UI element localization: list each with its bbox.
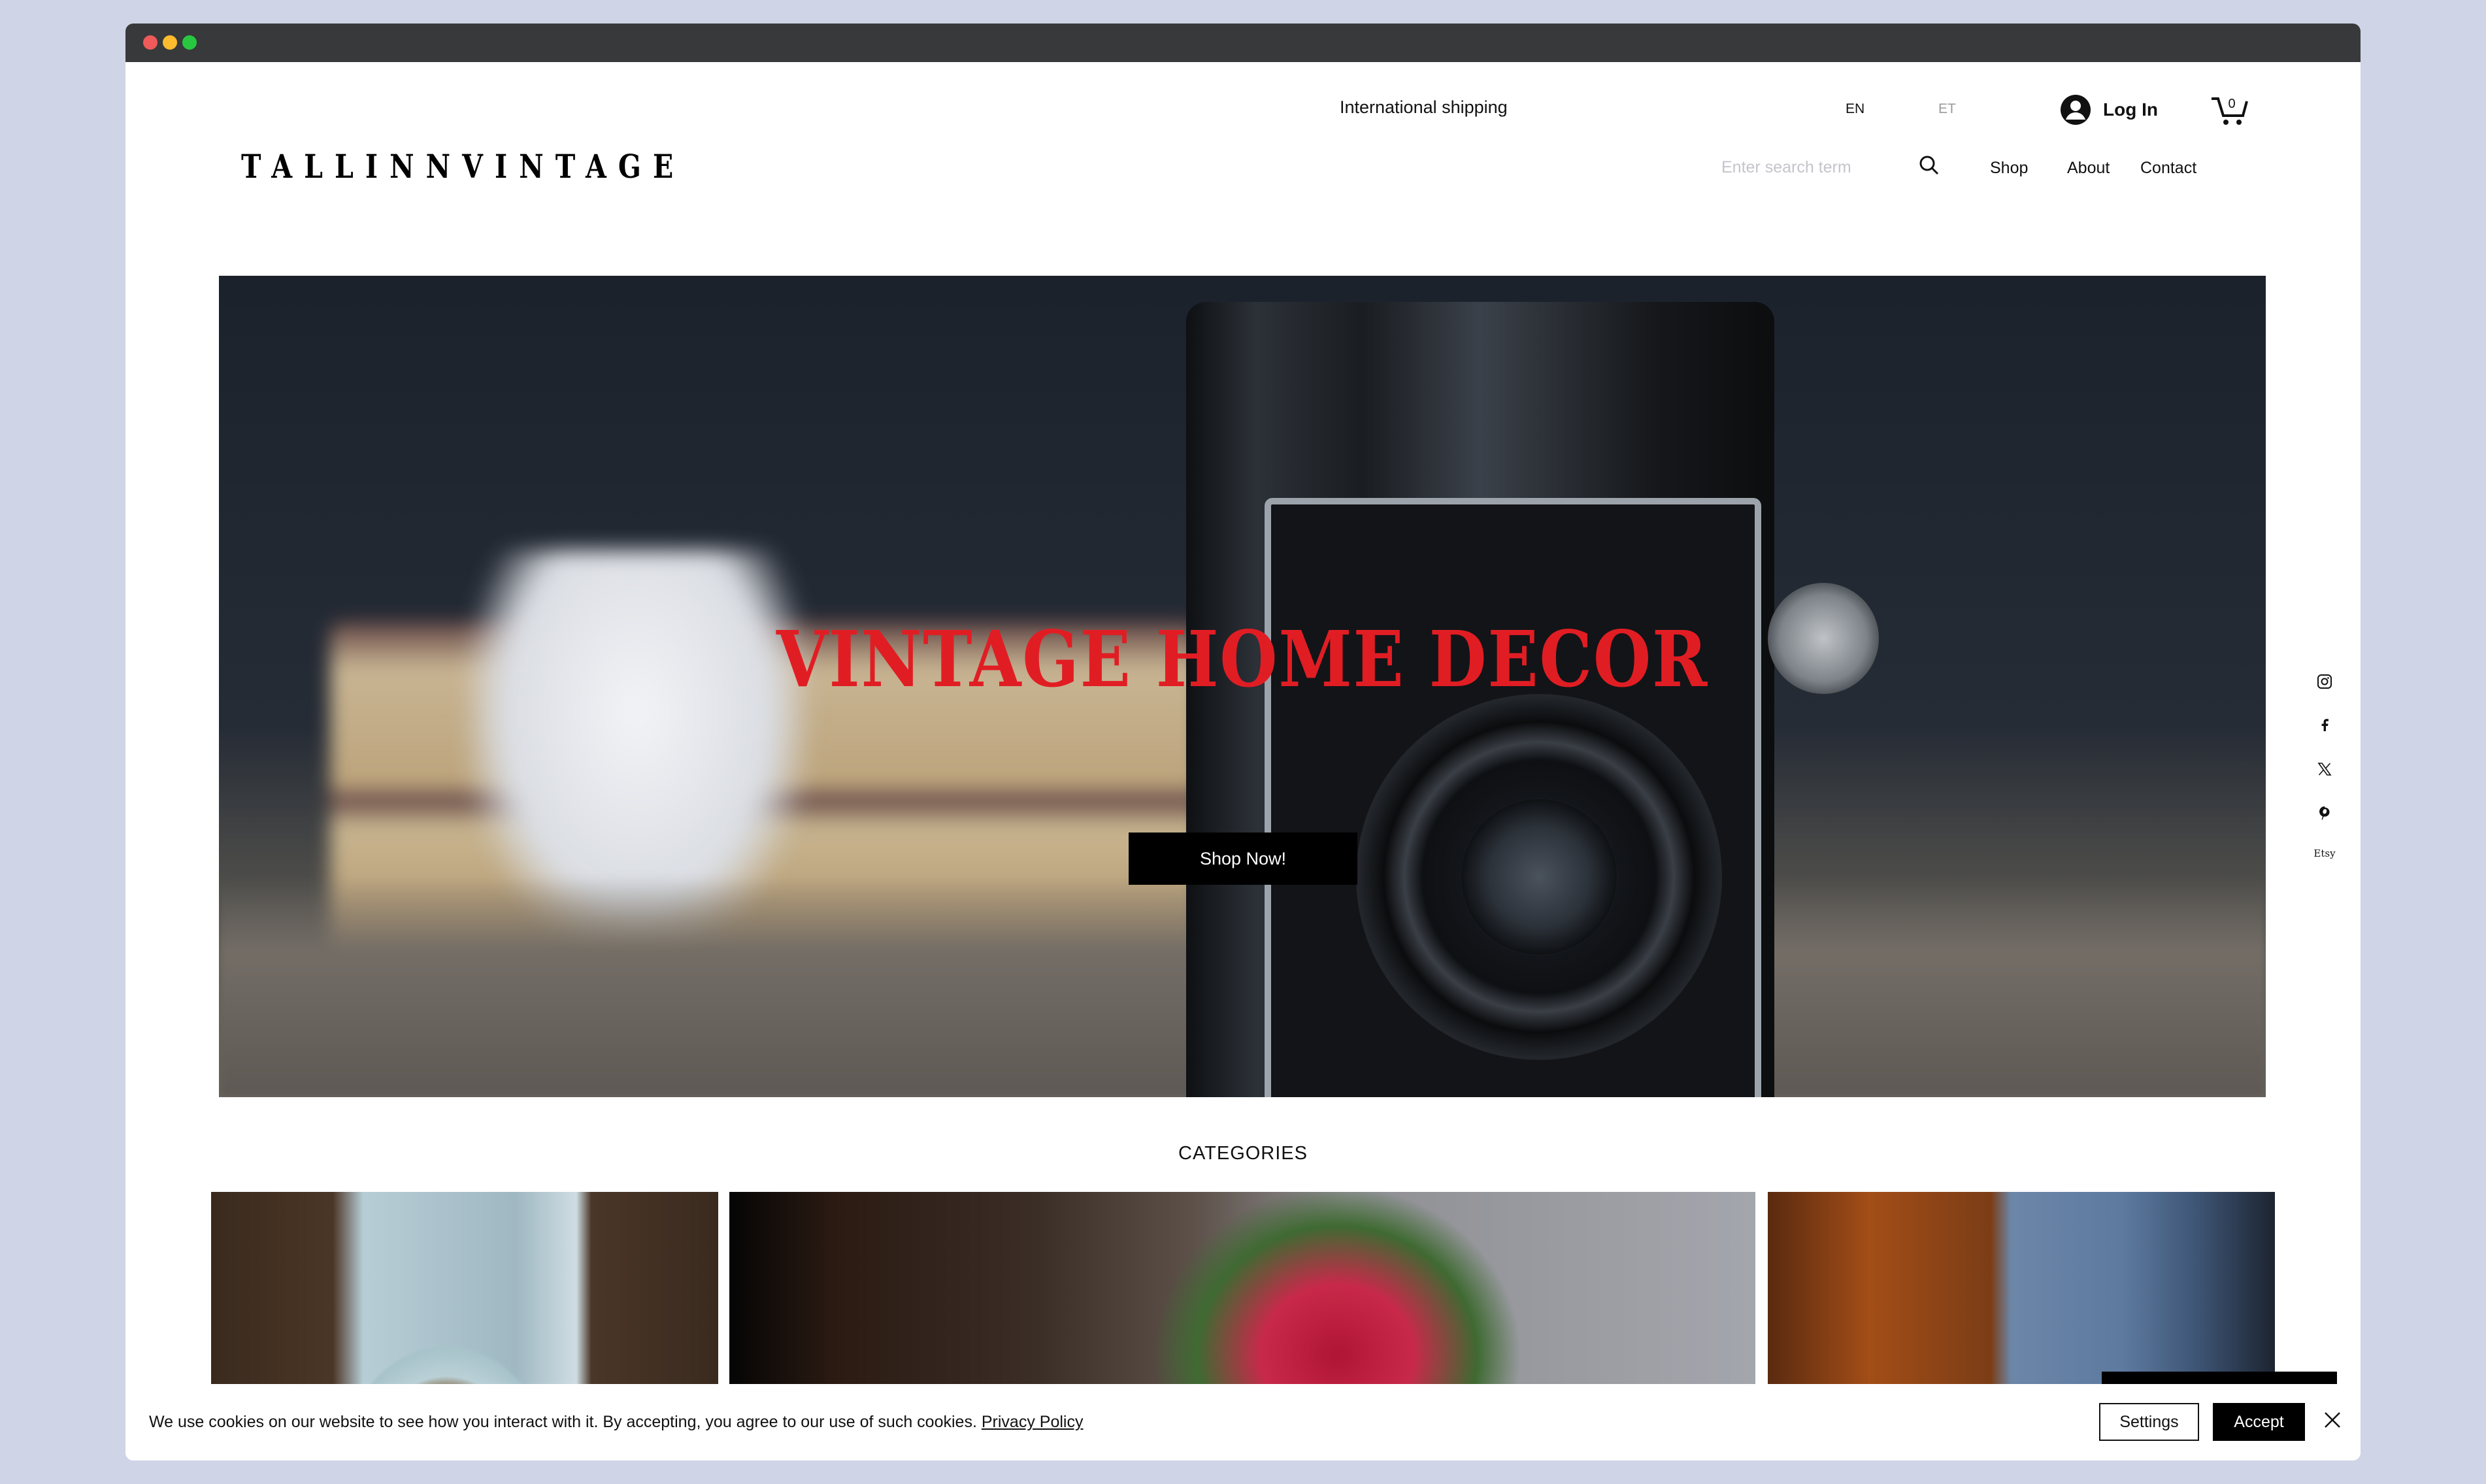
etsy-link[interactable]: Etsy [2312, 846, 2338, 861]
pinterest-link[interactable] [2317, 805, 2332, 821]
browser-window: TALLINNVINTAGE International shipping EN… [125, 24, 2361, 1460]
pinterest-icon [2319, 806, 2330, 820]
x-icon [2317, 763, 2332, 776]
cookie-settings-button[interactable]: Settings [2099, 1403, 2199, 1441]
browser-titlebar [125, 24, 2361, 62]
x-link[interactable] [2317, 761, 2332, 777]
cookie-message-text: We use cookies on our website to see how… [149, 1413, 977, 1431]
nav-shop[interactable]: Shop [1990, 159, 2028, 178]
language-et[interactable]: ET [1938, 101, 1956, 117]
categories-heading: CATEGORIES [1178, 1143, 1308, 1164]
instagram-icon [2317, 674, 2332, 689]
window-close-button[interactable] [143, 35, 157, 50]
search-icon[interactable] [1918, 154, 1940, 176]
hero-banner: VINTAGE HOME DECOR Shop Now! [219, 276, 2266, 1097]
login-button[interactable]: Log In [2060, 92, 2158, 127]
login-label: Log In [2103, 99, 2158, 120]
cookie-message: We use cookies on our website to see how… [149, 1413, 1083, 1432]
privacy-policy-link[interactable]: Privacy Policy [982, 1413, 1084, 1431]
hero-title: VINTAGE HOME DECOR [776, 614, 1709, 704]
instagram-link[interactable] [2317, 674, 2332, 689]
window-maximize-button[interactable] [182, 35, 197, 50]
user-avatar-icon [2061, 95, 2091, 125]
cart-icon: 0 [2212, 97, 2248, 125]
cookie-accept-button[interactable]: Accept [2213, 1403, 2305, 1441]
cart-count: 0 [2228, 97, 2235, 111]
hero-camera-lens-glass [1461, 799, 1617, 955]
nav-about[interactable]: About [2067, 159, 2110, 178]
cookie-banner: We use cookies on our website to see how… [125, 1384, 2361, 1460]
shipping-announcement: International shipping [1340, 97, 1508, 117]
facebook-link[interactable] [2317, 717, 2332, 733]
close-icon[interactable] [2323, 1410, 2342, 1430]
search-input[interactable] [1720, 154, 1893, 181]
window-minimize-button[interactable] [163, 35, 177, 50]
web-page: TALLINNVINTAGE International shipping EN… [125, 62, 2361, 1460]
site-logo[interactable]: TALLINNVINTAGE [241, 147, 685, 186]
language-en[interactable]: EN [1846, 101, 1865, 117]
shop-now-button[interactable]: Shop Now! [1129, 833, 1357, 885]
cart-button[interactable]: 0 [2210, 92, 2249, 127]
facebook-icon [2321, 719, 2329, 731]
nav-contact[interactable]: Contact [2140, 159, 2196, 178]
